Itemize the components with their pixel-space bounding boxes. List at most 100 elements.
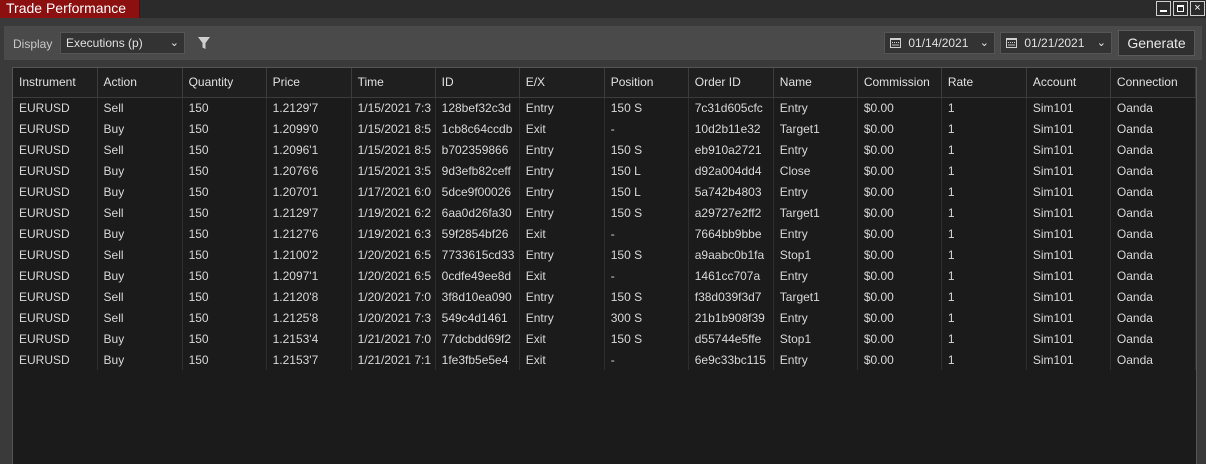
cell-action: Buy (97, 328, 183, 349)
cell-position: 150 L (604, 160, 689, 181)
calendar-icon (1006, 38, 1017, 48)
cell-commission: $0.00 (857, 118, 942, 139)
cell-connection: Oanda (1110, 181, 1197, 202)
cell-account: Sim101 (1026, 139, 1111, 160)
from-date-picker[interactable]: 01/14/2021 ⌄ (884, 32, 995, 54)
cell-name: Stop1 (773, 328, 858, 349)
cell-commission: $0.00 (857, 286, 942, 307)
cell-e-x: Exit (519, 328, 605, 349)
cell-name: Entry (773, 223, 858, 244)
cell-time: 1/21/2021 7:1 (351, 349, 436, 370)
minimize-icon (1160, 10, 1167, 12)
generate-button[interactable]: Generate (1118, 30, 1195, 56)
cell-position: 150 S (604, 139, 689, 160)
cell-instrument: EURUSD (13, 265, 98, 286)
column-header-commission[interactable]: Commission (857, 68, 942, 98)
cell-commission: $0.00 (857, 223, 942, 244)
cell-name: Close (773, 160, 858, 181)
column-header-order-id[interactable]: Order ID (688, 68, 774, 98)
table-row[interactable]: EURUSD Sell 150 1.2100'2 1/20/2021 6:5 773361… (13, 244, 1197, 265)
display-select[interactable]: Executions (p) ⌄ (60, 32, 185, 54)
cell-price: 1.2070'1 (266, 181, 352, 202)
cell-quantity: 150 (182, 349, 267, 370)
cell-id: 549c4d1461 (435, 307, 520, 328)
cell-price: 1.2125'8 (266, 307, 352, 328)
cell-time: 1/15/2021 8:5 (351, 139, 436, 160)
cell-price: 1.2153'7 (266, 349, 352, 370)
cell-order-id: 7c31d605cfc (688, 97, 774, 118)
filter-icon[interactable] (197, 35, 211, 51)
cell-quantity: 150 (182, 307, 267, 328)
cell-action: Buy (97, 160, 183, 181)
cell-id: 128bef32c3d (435, 97, 520, 118)
cell-quantity: 150 (182, 160, 267, 181)
table-row[interactable]: EURUSD Sell 150 1.2129'7 1/19/2021 6:2 6aa0d2… (13, 202, 1197, 223)
executions-table: Instrument Action Quantity Price Time ID E/X Po… (13, 68, 1197, 370)
cell-price: 1.2153'4 (266, 328, 352, 349)
column-header-quantity[interactable]: Quantity (182, 68, 267, 98)
column-header-rate[interactable]: Rate (941, 68, 1027, 98)
cell-commission: $0.00 (857, 349, 942, 370)
cell-position: - (604, 118, 689, 139)
cell-name: Entry (773, 97, 858, 118)
column-header-action[interactable]: Action (97, 68, 183, 98)
cell-order-id: 5a742b4803 (688, 181, 774, 202)
cell-name: Stop1 (773, 244, 858, 265)
cell-action: Buy (97, 349, 183, 370)
cell-action: Sell (97, 202, 183, 223)
cell-order-id: 7664bb9bbe (688, 223, 774, 244)
cell-name: Target1 (773, 286, 858, 307)
table-row[interactable]: EURUSD Buy 150 1.2099'0 1/15/2021 8:5 1cb8c64… (13, 118, 1197, 139)
cell-position: 150 S (604, 244, 689, 265)
table-row[interactable]: EURUSD Sell 150 1.2129'7 1/15/2021 7:3 128bef… (13, 97, 1197, 118)
maximize-button[interactable] (1173, 1, 1188, 16)
cell-price: 1.2129'7 (266, 97, 352, 118)
table-row[interactable]: EURUSD Buy 150 1.2076'6 1/15/2021 3:5 9d3efb8… (13, 160, 1197, 181)
cell-instrument: EURUSD (13, 160, 98, 181)
table-row[interactable]: EURUSD Sell 150 1.2125'8 1/20/2021 7:3 549c4d… (13, 307, 1197, 328)
cell-instrument: EURUSD (13, 118, 98, 139)
column-header-connection[interactable]: Connection (1110, 68, 1197, 98)
cell-name: Target1 (773, 118, 858, 139)
column-header-name[interactable]: Name (773, 68, 858, 98)
table-row[interactable]: EURUSD Buy 150 1.2153'7 1/21/2021 7:1 1fe3fb5… (13, 349, 1197, 370)
cell-id: 5dce9f00026 (435, 181, 520, 202)
cell-e-x: Entry (519, 139, 605, 160)
column-header-id[interactable]: ID (435, 68, 520, 98)
cell-time: 1/15/2021 7:3 (351, 97, 436, 118)
cell-account: Sim101 (1026, 97, 1111, 118)
cell-id: 1fe3fb5e5e4 (435, 349, 520, 370)
cell-connection: Oanda (1110, 307, 1197, 328)
cell-rate: 1 (941, 244, 1027, 265)
cell-order-id: 6e9c33bc115 (688, 349, 774, 370)
table-row[interactable]: EURUSD Sell 150 1.2120'8 1/20/2021 7:0 3f8d10… (13, 286, 1197, 307)
table-row[interactable]: EURUSD Buy 150 1.2153'4 1/21/2021 7:0 77dcbdd… (13, 328, 1197, 349)
cell-instrument: EURUSD (13, 328, 98, 349)
table-row[interactable]: EURUSD Buy 150 1.2097'1 1/20/2021 6:5 0cdfe49… (13, 265, 1197, 286)
cell-position: 150 L (604, 181, 689, 202)
cell-instrument: EURUSD (13, 307, 98, 328)
cell-rate: 1 (941, 286, 1027, 307)
table-row[interactable]: EURUSD Buy 150 1.2070'1 1/17/2021 6:0 5dce9f0… (13, 181, 1197, 202)
cell-account: Sim101 (1026, 118, 1111, 139)
from-date-value: 01/14/2021 (908, 36, 969, 50)
table-row[interactable]: EURUSD Buy 150 1.2127'6 1/19/2021 6:3 59f2854… (13, 223, 1197, 244)
close-button[interactable]: × (1190, 1, 1205, 16)
minimize-button[interactable] (1156, 1, 1171, 16)
cell-account: Sim101 (1026, 307, 1111, 328)
column-header-time[interactable]: Time (351, 68, 436, 98)
table-row[interactable]: EURUSD Sell 150 1.2096'1 1/15/2021 8:5 b70235… (13, 139, 1197, 160)
cell-connection: Oanda (1110, 244, 1197, 265)
cell-instrument: EURUSD (13, 223, 98, 244)
column-header-e-x[interactable]: E/X (519, 68, 605, 98)
column-header-position[interactable]: Position (604, 68, 689, 98)
column-header-account[interactable]: Account (1026, 68, 1111, 98)
cell-id: 6aa0d26fa30 (435, 202, 520, 223)
to-date-picker[interactable]: 01/21/2021 ⌄ (1000, 32, 1112, 54)
executions-grid[interactable]: Instrument Action Quantity Price Time ID E/X Po… (12, 67, 1197, 464)
column-header-instrument[interactable]: Instrument (13, 68, 98, 98)
cell-time: 1/15/2021 8:5 (351, 118, 436, 139)
column-header-price[interactable]: Price (266, 68, 352, 98)
cell-quantity: 150 (182, 244, 267, 265)
cell-connection: Oanda (1110, 286, 1197, 307)
